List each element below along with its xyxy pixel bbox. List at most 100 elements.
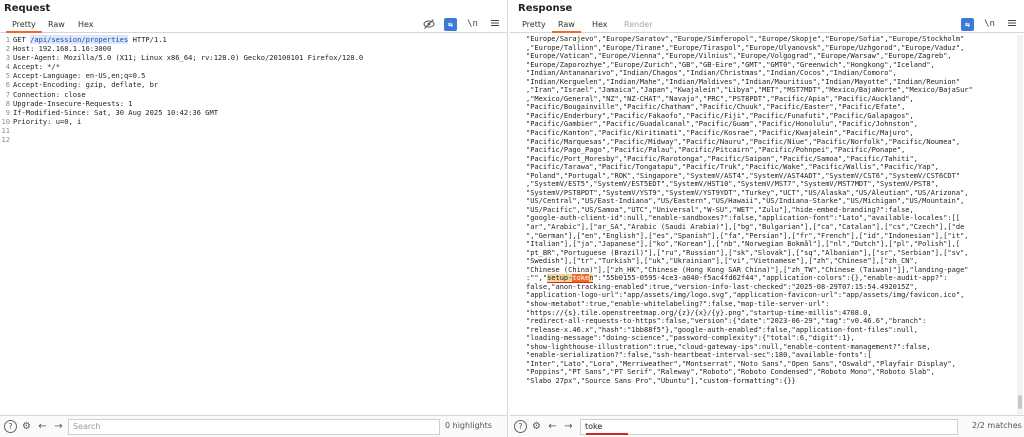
response-line: "Pacific/Gambier","Pacific/Guadalcanal",… (526, 120, 1016, 129)
response-line: "Italian"],["ja","Japanese"],["ko","Kore… (526, 240, 1016, 249)
line-number: 10 (1, 116, 10, 126)
response-tabs: Pretty Raw Hex Render (510, 16, 1024, 33)
back-arrow-icon[interactable]: ← (36, 420, 49, 433)
line-text-pre: Connection: close (13, 89, 86, 99)
highlight-toggle-button[interactable]: ⇆ (961, 17, 974, 31)
request-line: 3 User-Agent: Mozilla/5.0 (X11; Linux x86… (0, 53, 507, 62)
menu-icon[interactable] (488, 18, 501, 31)
response-scrollbar[interactable] (1017, 35, 1023, 415)
response-text: "Pacific/Tarawa","Pacific/Tongatapu","Pa… (526, 163, 940, 172)
forward-arrow-icon[interactable]: → (562, 420, 575, 433)
gear-icon[interactable]: ⚙ (20, 420, 33, 433)
request-toolbar: ⇆ \n (422, 17, 501, 31)
forward-arrow-icon[interactable]: → (52, 420, 65, 433)
response-text: "release-x.46.x","hash":"1bb88f5"},"goog… (526, 325, 918, 334)
response-line: "Europe/Zaporozhye","Europe/Zurich","GB"… (526, 61, 1016, 70)
tab-hex[interactable]: Hex (586, 18, 614, 33)
response-pane: Response Pretty Raw Hex Render ⇆ \n "Eur… (510, 0, 1024, 437)
highlight-toggle-button[interactable]: ⇆ (444, 17, 457, 31)
response-line: "Europe/Vatican","Europe/Vienna","Europe… (526, 52, 1016, 61)
response-text: "SystemV/PST8PDT","SystemV/YST9","System… (526, 188, 969, 197)
response-text: "Indian/Antananarivo","Indian/Chagos","I… (526, 69, 897, 78)
match-count: 2/2 matches (972, 421, 1022, 430)
request-search-input[interactable] (68, 419, 440, 435)
response-text: "loading-message":"doing-science","passw… (526, 334, 855, 343)
response-line: "application-logo-url":"app/assets/img/l… (526, 291, 1016, 300)
request-line: 4 Accept: */* (0, 62, 507, 71)
line-text: Accept-Language: en-US,en;q=0.5 (13, 71, 507, 80)
tab-pretty[interactable]: Pretty (6, 18, 42, 33)
tab-raw[interactable]: Raw (42, 18, 71, 33)
response-text: "Indian/Kerguelen","Indian/Mahe","Indian… (526, 77, 961, 86)
response-text: "Italian"],["ja","Japanese"],["ko","Kore… (526, 240, 961, 249)
response-search-input[interactable]: toke (580, 419, 958, 435)
response-text: "Pacific/Pago_Pago","Pacific/Palau","Pac… (526, 146, 906, 155)
response-line: "release-x.46.x","hash":"1bb88f5"},"goog… (526, 326, 1016, 335)
response-line: "Swedish"],["tr","Turkish"],["uk","Ukrai… (526, 257, 1016, 266)
response-text: "enable-serialization?":false,"ssh-heart… (526, 351, 872, 360)
response-line: "Pacific/Tarawa","Pacific/Tongatapu","Pa… (526, 163, 1016, 172)
line-text: Accept-Encoding: gzip, deflate, br (13, 80, 507, 89)
response-line: "SystemV/PST8PDT","SystemV/YST9","System… (526, 189, 1016, 198)
tab-pretty[interactable]: Pretty (516, 18, 552, 33)
newline-toggle-button[interactable]: \n (466, 18, 479, 31)
request-line: 10 Priority: u=0, i (0, 117, 507, 126)
line-number: 1 (5, 35, 10, 44)
response-text: "Pacific/Kanton","Pacific/Kiritimati","P… (526, 129, 914, 138)
response-text: "pt_BR","Portuguese (Brazil)"],["ru","Ru… (526, 248, 969, 257)
response-line: "Indian/Kerguelen","Indian/Mahe","Indian… (526, 78, 1016, 87)
line-text-pre: If-Modified-Since: Sat, 30 Aug 2025 10:4… (13, 107, 218, 117)
line-text: Priority: u=0, i (13, 117, 507, 126)
scrollbar-thumb[interactable] (1018, 395, 1022, 409)
line-number: 2 (5, 44, 10, 54)
back-arrow-icon[interactable]: ← (546, 420, 559, 433)
tab-raw[interactable]: Raw (552, 18, 581, 33)
response-line: "US/Pacific","US/Samoa","UTC","Universal… (526, 206, 1016, 215)
line-number: 7 (5, 89, 10, 99)
menu-icon[interactable] (1005, 18, 1018, 31)
line-number: 9 (5, 107, 10, 117)
tab-render[interactable]: Render (618, 18, 658, 33)
line-text (13, 135, 507, 144)
response-text: "Pacific/Gambier","Pacific/Guadalcanal",… (526, 120, 918, 129)
response-editor[interactable]: "Europe/Sarajevo","Europe/Saratov","Euro… (510, 35, 1016, 415)
response-text: ","German"],["en","English"],["es","Span… (526, 231, 969, 240)
response-line: "show-metabot":true,"enable-whitelabelin… (526, 300, 1016, 309)
response-text: "application-logo-url":"app/assets/img/l… (526, 291, 965, 300)
line-text-pre: GET (13, 35, 31, 44)
response-line: "Pacific/Enderbury","Pacific/Fakaofo","P… (526, 112, 1016, 121)
response-text: "Pacific/Bougainville","Pacific/Chatham"… (526, 103, 906, 112)
response-text: "US/Central","US/East-Indiana","US/Easte… (526, 197, 965, 206)
newline-toggle-button[interactable]: \n (983, 18, 996, 31)
response-text-rest: ":"55b0155-0595-4ce3-a040-f5ac4fd62f44",… (593, 274, 948, 283)
request-editor[interactable]: 1 GET /api/session/properties HTTP/1.1 2 Ho… (0, 35, 507, 415)
line-number: 8 (5, 98, 10, 108)
request-title: Request (4, 3, 51, 14)
request-line: 9 If-Modified-Since: Sat, 30 Aug 2025 10:… (0, 108, 507, 117)
response-title: Response (518, 3, 573, 14)
response-line: "US/Central","US/East-Indiana","US/Easte… (526, 197, 1016, 206)
response-text: "Europe/Vatican","Europe/Vienna","Europe… (526, 52, 952, 61)
response-line: "Pacific/Pago_Pago","Pacific/Palau","Pac… (526, 146, 1016, 155)
request-line: 8 Upgrade-Insecure-Requests: 1 (0, 99, 507, 108)
response-line: "Poppins","PT Sans","PT Serif","Raleway"… (526, 368, 1016, 377)
tab-hex[interactable]: Hex (72, 18, 100, 33)
search-hit-prefix: setup- (547, 274, 573, 283)
response-text: "google-auth-client-id":null,"enable-san… (526, 214, 961, 223)
line-number: 4 (5, 62, 10, 72)
response-text: "https://{s}.tile.openstreetmap.org/{z}/… (526, 308, 872, 317)
line-text (13, 126, 507, 135)
line-number: 6 (5, 80, 10, 90)
response-text: false,"anon-tracking-enabled":true,"vers… (526, 282, 918, 291)
gear-icon[interactable]: ⚙ (530, 420, 543, 433)
help-icon[interactable]: ? (514, 420, 527, 433)
help-icon[interactable]: ? (4, 420, 17, 433)
response-line: "Inter","Lato","Lora","Merriweather","Mo… (526, 360, 1016, 369)
response-line: "Europe/Sarajevo","Europe/Saratov","Euro… (526, 35, 1016, 44)
response-line: "google-auth-client-id":null,"enable-san… (526, 214, 1016, 223)
response-line: ,"SystemV/EST5","SystemV/EST5EDT","Syste… (526, 180, 1016, 189)
search-hit-current: toke (572, 274, 590, 283)
response-line: "Slabo 27px","Source Sans Pro","Ubuntu"]… (526, 377, 1016, 386)
eye-slash-icon[interactable] (422, 18, 435, 31)
line-text: Connection: close (13, 90, 507, 99)
